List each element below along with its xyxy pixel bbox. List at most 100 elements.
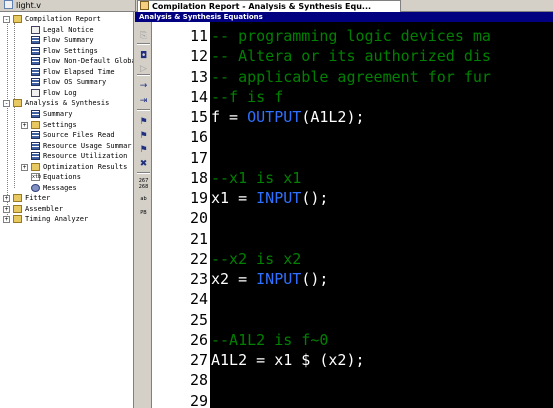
code-keyword: INPUT [256, 270, 302, 288]
toolbar-separator [137, 109, 150, 111]
bookmark-clear-icon[interactable]: ✖ [137, 158, 150, 171]
tree-item-source-files-read[interactable]: Source Files Read [0, 130, 133, 140]
tree-item-timing-analyzer[interactable]: + Timing Analyzer [0, 214, 133, 224]
folder-icon [31, 162, 40, 171]
tree-item-resource-usage-summar[interactable]: Resource Usage Summar [0, 141, 133, 151]
tree-item-settings[interactable]: + Settings [0, 120, 133, 130]
indent-icon[interactable]: ⇥ [137, 95, 150, 108]
tree-item-resource-utilization[interactable]: Resource Utilization [0, 151, 133, 161]
tree-item-label: Resource Usage Summar [43, 141, 132, 150]
collapse-toggle[interactable]: - [3, 100, 10, 108]
folder-icon [13, 99, 22, 108]
expand-toggle[interactable]: + [3, 195, 10, 203]
find-next-icon[interactable]: ▷ [137, 63, 150, 76]
tree-item-label: Flow Summary [43, 36, 94, 45]
line-number: 13 [189, 67, 208, 86]
goto-line-icon[interactable]: → [137, 80, 150, 93]
report-icon [31, 25, 40, 34]
table-icon [31, 57, 40, 66]
code-keyword: OUTPUT [247, 108, 302, 126]
line-number: 25 [189, 310, 208, 329]
verilog-file-icon [4, 0, 13, 9]
tree-item-label: Assembler [25, 204, 63, 213]
tree-item-flow-log[interactable]: Flow Log [0, 88, 133, 98]
table-icon [31, 152, 40, 161]
tree-item-label: Flow Settings [43, 46, 98, 55]
editor-toolbar: ⎘ ◘ ▷ → ⇥ ⚑ ⚑ ⚑ ✖ 267 268 ab PB [135, 12, 152, 408]
expand-toggle[interactable]: + [21, 163, 28, 171]
tree-item-flow-elapsed-time[interactable]: Flow Elapsed Time [0, 67, 133, 77]
tree-item-flow-non-default-global[interactable]: Flow Non-Default Global [0, 56, 134, 66]
word-wrap-icon[interactable]: ab [137, 196, 150, 209]
line-number: 24 [189, 290, 208, 309]
folder-icon [13, 15, 22, 23]
expand-toggle[interactable]: + [3, 205, 10, 213]
code-text: (); [301, 270, 329, 288]
tree-item-analysis-synthesis[interactable]: - Analysis & Synthesis [0, 98, 133, 108]
tree-item-label: Analysis & Synthesis [25, 99, 110, 108]
expand-toggle[interactable]: + [3, 216, 10, 224]
tree-item-summary[interactable]: Summary [0, 109, 133, 119]
tree-item-flow-os-summary[interactable]: Flow OS Summary [0, 77, 133, 87]
tab-light-v[interactable]: light.v [0, 0, 136, 12]
document-title: Analysis & Synthesis Equations [139, 13, 263, 21]
tree-item-legal-notice[interactable]: Legal Notice [0, 25, 133, 35]
folder-icon [13, 215, 22, 224]
tab-label: light.v [16, 1, 42, 10]
report-icon [140, 1, 149, 10]
tree-item-label: Flow Non-Default Global [43, 57, 134, 66]
folder-icon [13, 194, 22, 203]
tab-compilation-report[interactable]: Compilation Report - Analysis & Synthesi… [137, 0, 401, 12]
bookmark-toggle-icon[interactable]: ⚑ [137, 116, 150, 129]
tree-item-label: Legal Notice [43, 25, 94, 34]
collapse-toggle[interactable]: - [3, 16, 10, 23]
copy-icon[interactable]: ⎘ [137, 30, 150, 43]
compilation-report-tree[interactable]: - Compilation Report Legal Notice Flow Summ… [0, 12, 134, 408]
bookmark-next-icon[interactable]: ⚑ [137, 130, 150, 143]
code-editor[interactable]: -- programming logic devices ma -- Altera… [210, 22, 553, 408]
line-number: 20 [189, 209, 208, 228]
tree-item-fitter[interactable]: + Fitter [0, 193, 133, 203]
tree-item-flow-summary[interactable]: Flow Summary [0, 35, 133, 45]
code-text: (A1L2); [301, 108, 365, 126]
tree-item-optimization-results[interactable]: + Optimization Results [0, 162, 133, 172]
line-number: 27 [189, 351, 208, 369]
tree-item-equations[interactable]: xtb Equations [0, 172, 133, 182]
line-number-gutter: 11 12 13 14 15 16 17 18 19 20 21 22 23 24 25 26 27 28 29 [152, 22, 210, 408]
table-icon [31, 46, 40, 55]
tree-item-label: Source Files Read [43, 131, 115, 140]
line-number: 26 [189, 330, 208, 349]
messages-icon [31, 183, 40, 192]
tree-item-label: Timing Analyzer [25, 215, 89, 224]
tab-label: Compilation Report - Analysis & Synthesi… [152, 2, 372, 11]
tree-item-flow-settings[interactable]: Flow Settings [0, 46, 133, 56]
line-number: 21 [189, 229, 208, 248]
code-text: x1 = [211, 189, 257, 207]
tree-item-label: Flow Elapsed Time [43, 67, 115, 76]
table-icon [31, 109, 40, 118]
code-comment-line: -- Altera or its authorized dis [211, 47, 491, 66]
line-number: 14 [189, 87, 208, 106]
line-number: 19 [189, 189, 208, 207]
preferences-icon[interactable]: PB [137, 210, 150, 223]
tree-item-assembler[interactable]: + Assembler [0, 204, 133, 214]
line-number: 18 [189, 168, 208, 187]
tree-item-compilation-report[interactable]: - Compilation Report [0, 14, 133, 24]
code-comment-line: --f is f [211, 87, 284, 106]
code-comment-line: --x1 is x1 [211, 168, 302, 187]
find-icon[interactable]: ◘ [137, 50, 150, 63]
toolbar-separator [137, 172, 150, 174]
expand-toggle[interactable]: + [21, 121, 28, 129]
table-icon [31, 131, 40, 140]
code-comment-line: --A1L2 is f~0 [211, 330, 329, 349]
line-numbers-icon[interactable]: 267 268 [137, 178, 150, 191]
bookmark-prev-icon[interactable]: ⚑ [137, 144, 150, 157]
code-text: f = [211, 108, 248, 126]
tree-item-label: Optimization Results [43, 162, 128, 171]
toolbar-separator [137, 43, 150, 45]
code-line: x1 = INPUT(); [211, 188, 328, 208]
line-number: 29 [189, 391, 208, 408]
line-number: 16 [189, 128, 208, 147]
tree-item-label: Compilation Report [25, 15, 101, 23]
tree-item-messages[interactable]: Messages [0, 183, 133, 193]
